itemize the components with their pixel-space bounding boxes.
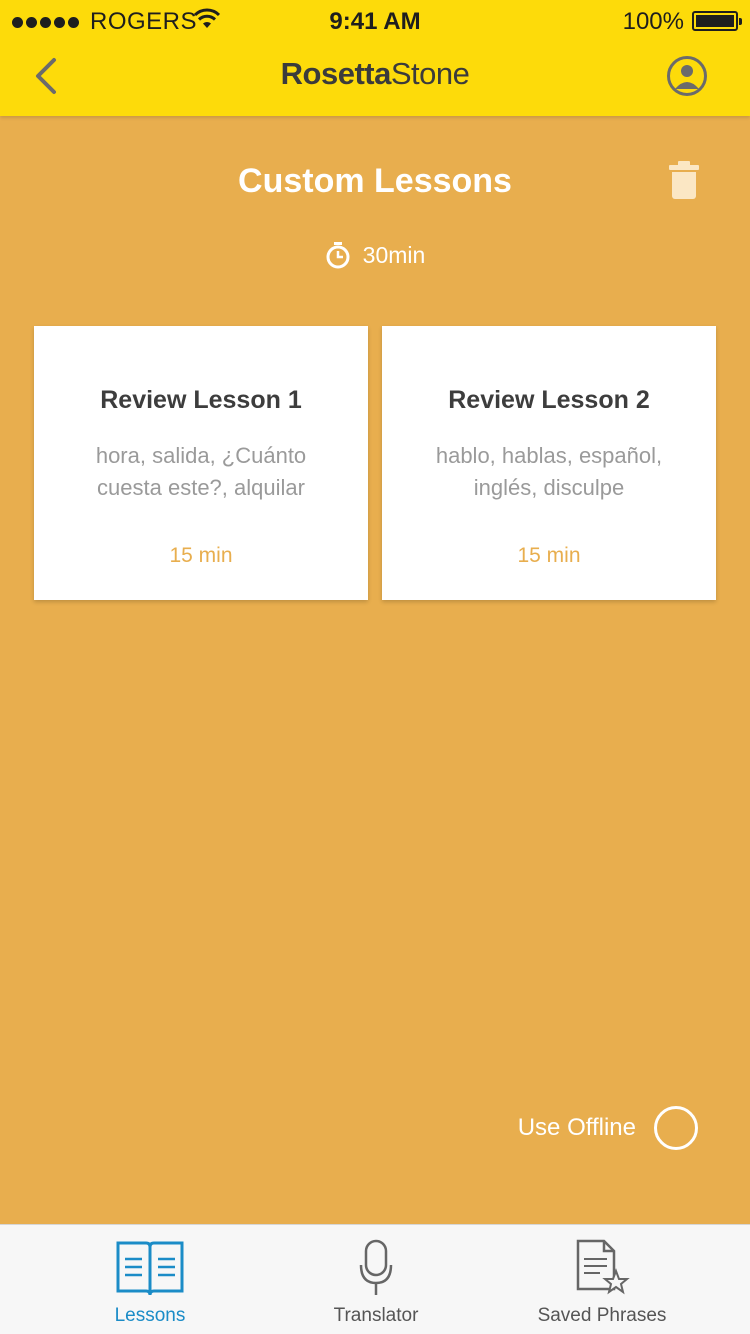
saved-document-star-icon [576, 1239, 630, 1295]
page-title: Custom Lessons [238, 162, 512, 200]
total-duration-label: 30min [362, 241, 426, 268]
top-bar: ROGERS 9:41 AM 100% RosettaStone [0, 0, 750, 116]
tab-label: Translator [333, 1305, 419, 1326]
battery-icon [692, 11, 742, 31]
total-duration: 30min [0, 241, 750, 269]
brand-logo: RosettaStone [0, 56, 750, 92]
lesson-words: hora, salida, ¿Cuánto cuesta este?, alqu… [95, 443, 307, 500]
brand-logo-part2: Stone [390, 56, 470, 91]
tab-translator[interactable]: Translator [251, 1225, 501, 1334]
user-profile-icon [667, 56, 707, 96]
tab-lessons[interactable]: Lessons [25, 1225, 275, 1334]
profile-button[interactable] [666, 55, 708, 97]
stopwatch-icon [326, 242, 350, 269]
trash-icon [669, 161, 699, 199]
tab-saved-phrases[interactable]: Saved Phrases [477, 1225, 727, 1334]
lesson-words: hablo, hablas, español, inglés, disculpe [435, 443, 663, 500]
lesson-title: Review Lesson 2 [448, 386, 650, 414]
tab-label: Lessons [114, 1305, 186, 1326]
book-icon [116, 1241, 184, 1296]
lesson-title: Review Lesson 1 [100, 386, 302, 414]
use-offline-label: Use Offline [517, 1114, 636, 1141]
lesson-card[interactable]: Review Lesson 1 hora, salida, ¿Cuánto cu… [34, 326, 368, 600]
battery-percentage: 100% [622, 8, 684, 35]
tab-bar: Lessons Translator Saved Phrases [0, 1224, 750, 1334]
use-offline-toggle[interactable] [654, 1106, 698, 1150]
status-bar: ROGERS 9:41 AM 100% [0, 0, 750, 40]
tab-label: Saved Phrases [537, 1305, 667, 1326]
delete-button[interactable] [668, 160, 700, 200]
microphone-icon [359, 1239, 393, 1295]
lesson-card[interactable]: Review Lesson 2 hablo, hablas, español, … [382, 326, 716, 600]
navigation-bar: RosettaStone [0, 40, 750, 116]
lesson-duration: 15 min [169, 544, 233, 567]
brand-logo-part1: Rosetta [280, 56, 392, 91]
lesson-duration: 15 min [517, 544, 581, 567]
